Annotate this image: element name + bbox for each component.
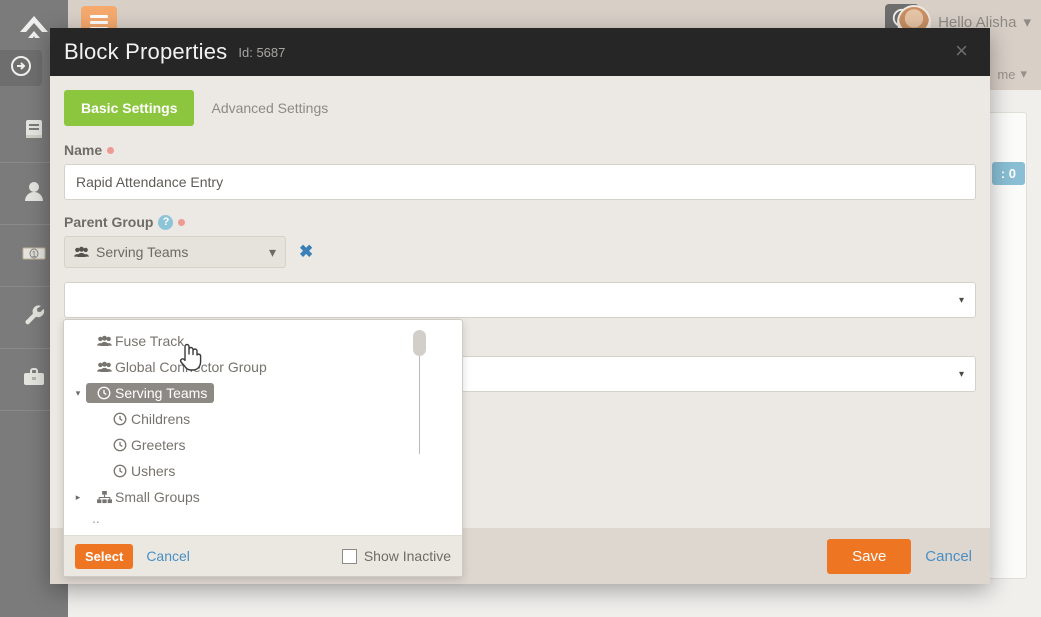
tree-item-label: Greeters <box>102 435 192 455</box>
tree-item-serving-teams[interactable]: ▾ Serving Teams <box>64 380 462 406</box>
tab-basic-settings[interactable]: Basic Settings <box>64 90 194 126</box>
close-icon[interactable]: × <box>949 39 974 63</box>
chevron-down-icon: ▾ <box>1020 66 1027 82</box>
tree-item-label: Childrens <box>102 409 197 429</box>
tree-item-label: Fuse Track <box>86 331 191 351</box>
tree-item-text: Global Connector Group <box>115 359 267 375</box>
page-title: Block Properties <box>64 39 227 65</box>
chevron-down-icon: ▾ <box>1023 13 1031 31</box>
sidebar-collapse-toggle[interactable] <box>0 50 42 86</box>
group-people-icon <box>74 246 89 258</box>
caret-down-icon[interactable]: ▾ <box>70 388 86 399</box>
tree-item-text: Childrens <box>131 411 190 427</box>
tree-item-label: Global Connector Group <box>86 357 274 377</box>
required-indicator <box>178 219 185 226</box>
settings-tabs: Basic Settings Advanced Settings <box>64 90 976 126</box>
clock-icon <box>109 438 131 452</box>
group-people-icon <box>93 361 115 373</box>
tree-item-text: Greeters <box>131 437 185 453</box>
tree-item-global-connector-group[interactable]: Global Connector Group <box>64 354 462 380</box>
tree-item-greeters[interactable]: Greeters <box>64 432 462 458</box>
caret-right-icon[interactable]: ▸ <box>70 492 86 503</box>
tree-item-text: Small Groups <box>115 489 200 505</box>
status-badge: : 0 <box>992 162 1025 185</box>
tree-item-fuse-track[interactable]: Fuse Track <box>64 328 462 354</box>
chevron-down-icon: ▾ <box>269 244 276 261</box>
modal-body: Basic Settings Advanced Settings Name Pa… <box>50 76 990 550</box>
clock-icon <box>109 412 131 426</box>
tree-item-label: Small Groups <box>86 487 207 507</box>
rock-logo[interactable] <box>14 8 54 48</box>
screen-root: 1 Hello Alisha <box>0 0 1041 617</box>
clock-icon <box>109 464 131 478</box>
clear-parent-group-button[interactable]: ✖ <box>299 242 313 262</box>
name-field-group: Name <box>64 142 976 200</box>
dropdown-1[interactable]: ▾ <box>64 282 976 318</box>
book-icon <box>21 116 47 147</box>
arrow-right-circle-icon <box>9 54 33 83</box>
group-tree-picker: Fuse Track Global Connector Group ▾ Serving… <box>63 319 463 577</box>
parent-group-field-group: Parent Group ? Serving Teams ▾ ✖ <box>64 214 976 268</box>
money-icon: 1 <box>20 240 48 271</box>
parent-group-label: Parent Group ? <box>64 214 976 230</box>
tree-item-text: Ushers <box>131 463 175 479</box>
show-inactive-toggle[interactable]: Show Inactive <box>342 548 451 564</box>
tree-item-childrens[interactable]: Childrens <box>64 406 462 432</box>
show-inactive-checkbox[interactable] <box>342 549 357 564</box>
chevron-down-icon: ▾ <box>959 369 964 380</box>
org-chart-icon <box>93 491 115 504</box>
chevron-down-icon: ▾ <box>959 295 964 306</box>
tree-cancel-link[interactable]: Cancel <box>146 548 190 564</box>
tree-item-small-groups[interactable]: ▸ Small Groups <box>64 484 462 510</box>
hamburger-icon <box>90 15 108 18</box>
tree-item-label: Ushers <box>102 461 182 481</box>
tree-item-ushers[interactable]: Ushers <box>64 458 462 484</box>
name-input[interactable] <box>64 164 976 200</box>
svg-text:1: 1 <box>32 250 37 259</box>
name-label: Name <box>64 142 976 158</box>
save-button[interactable]: Save <box>827 539 911 574</box>
breadcrumb-label[interactable]: me <box>997 67 1015 82</box>
person-icon <box>21 178 47 209</box>
parent-group-value: Serving Teams <box>96 244 188 260</box>
show-inactive-label: Show Inactive <box>364 548 451 564</box>
help-icon[interactable]: ? <box>158 215 173 230</box>
required-indicator <box>107 147 114 154</box>
block-properties-modal: Block Properties Id: 5687 × Basic Settin… <box>50 28 990 584</box>
tree-item-text: Serving Teams <box>115 385 207 401</box>
parent-group-row: Serving Teams ▾ ✖ <box>64 236 976 268</box>
clock-icon <box>93 386 115 400</box>
parent-group-picker[interactable]: Serving Teams ▾ <box>64 236 286 268</box>
tree-item-label: Serving Teams <box>86 383 214 403</box>
tree-picker-footer: Select Cancel Show Inactive <box>64 535 462 576</box>
modal-header: Block Properties Id: 5687 × <box>50 28 990 76</box>
wrench-icon <box>21 302 47 333</box>
cancel-button[interactable]: Cancel <box>925 548 972 565</box>
tree-item-partial[interactable]: .. <box>64 510 462 524</box>
tree-item-text: Fuse Track <box>115 333 184 349</box>
briefcase-icon <box>21 364 47 395</box>
group-tree-list: Fuse Track Global Connector Group ▾ Serving… <box>64 320 462 535</box>
group-people-icon <box>93 335 115 347</box>
select-button[interactable]: Select <box>75 544 133 569</box>
scrollbar-thumb[interactable] <box>413 330 426 356</box>
select-field-1: ▾ <box>64 282 976 318</box>
block-id-label: Id: 5687 <box>238 45 285 60</box>
tab-advanced-settings[interactable]: Advanced Settings <box>194 90 345 126</box>
